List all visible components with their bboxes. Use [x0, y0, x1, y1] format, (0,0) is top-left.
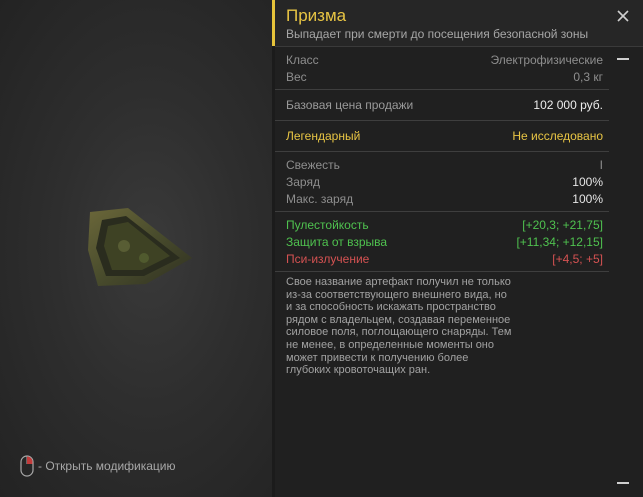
close-icon[interactable]: [615, 8, 631, 24]
rarity-row: Легендарный Не исследовано: [275, 125, 609, 147]
class-row: Класс Электрофизические: [275, 51, 609, 68]
research-status: Не исследовано: [512, 129, 603, 143]
explosion-protection-row: Защита от взрыва [+11,34; +12,15]: [275, 233, 609, 250]
freshness-value: I: [599, 157, 603, 172]
bullet-resistance-row: Пулестойкость [+20,3; +21,75]: [275, 216, 609, 233]
class-label: Класс: [286, 52, 319, 67]
item-subtitle: Выпадает при смерти до посещения безопас…: [286, 27, 589, 41]
max-charge-row: Макс. заряд 100%: [275, 190, 609, 207]
class-value: Электрофизические: [490, 52, 603, 67]
hint-text: - Открыть модификацию: [38, 459, 176, 473]
charge-row: Заряд 100%: [275, 173, 609, 190]
stats-section: Свежесть I Заряд 100% Макс. заряд 100%: [275, 152, 609, 212]
bullet-resistance-value: [+20,3; +21,75]: [522, 217, 603, 232]
scrollbar[interactable]: [617, 54, 631, 484]
scrollbar-top-marker: [617, 58, 629, 60]
psi-radiation-label: Пси-излучение: [286, 251, 370, 266]
weight-label: Вес: [286, 69, 307, 84]
charge-label: Заряд: [286, 174, 320, 189]
psi-radiation-value: [+4,5; +5]: [552, 251, 603, 266]
item-description: Свое название артефакт получил не только…: [286, 276, 512, 377]
explosion-protection-label: Защита от взрыва: [286, 234, 388, 249]
scrollbar-bottom-marker: [617, 482, 629, 484]
open-modification-hint: - Открыть модификацию: [20, 455, 176, 477]
artifact-image: [88, 208, 192, 286]
item-header: Призма Выпадает при смерти до посещения …: [275, 0, 643, 46]
price-row: Базовая цена продажи 102 000 руб.: [275, 94, 609, 116]
item-title: Призма: [286, 6, 347, 25]
weight-row: Вес 0,3 кг: [275, 68, 609, 85]
freshness-row: Свежесть I: [275, 156, 609, 173]
price-section: Базовая цена продажи 102 000 руб.: [275, 90, 609, 121]
mouse-icon: [20, 455, 34, 477]
weight-value: 0,3 кг: [573, 69, 603, 84]
price-value: 102 000 руб.: [533, 98, 603, 112]
effects-section: Пулестойкость [+20,3; +21,75] Защита от …: [275, 212, 609, 272]
bullet-resistance-label: Пулестойкость: [286, 217, 369, 232]
freshness-label: Свежесть: [286, 157, 340, 172]
explosion-protection-value: [+11,34; +12,15]: [516, 234, 603, 249]
psi-radiation-row: Пси-излучение [+4,5; +5]: [275, 250, 609, 267]
charge-value: 100%: [572, 174, 603, 189]
rarity-section: Легендарный Не исследовано: [275, 121, 609, 152]
max-charge-label: Макс. заряд: [286, 191, 354, 206]
rarity-label: Легендарный: [286, 129, 361, 143]
max-charge-value: 100%: [572, 191, 603, 206]
item-details: Класс Электрофизические Вес 0,3 кг Базов…: [275, 47, 609, 381]
item-info-panel: Призма Выпадает при смерти до посещения …: [275, 0, 643, 497]
basic-info-section: Класс Электрофизические Вес 0,3 кг: [275, 47, 609, 90]
item-preview-pane: - Открыть модификацию: [0, 0, 272, 497]
price-label: Базовая цена продажи: [286, 98, 414, 112]
